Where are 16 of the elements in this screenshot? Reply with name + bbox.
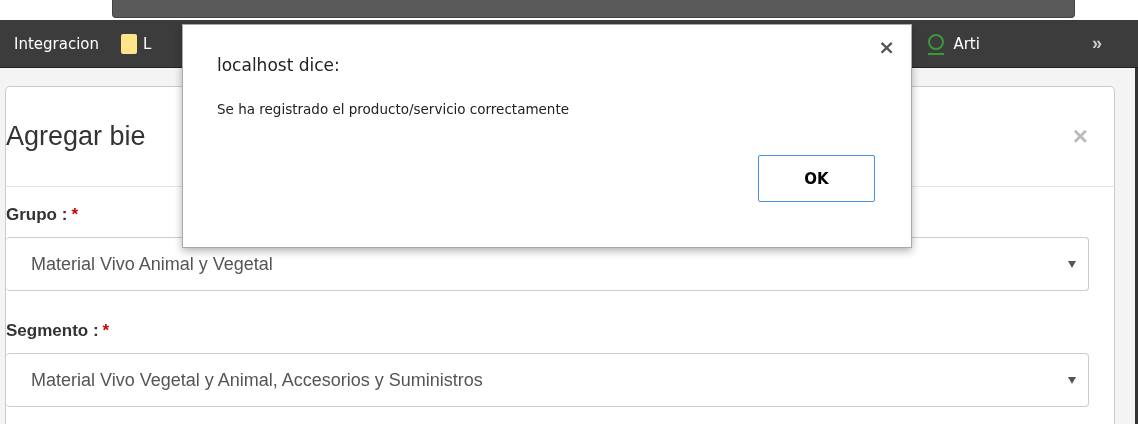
folder-icon	[121, 33, 138, 54]
bookmark-link[interactable]: Arti	[953, 34, 980, 53]
ok-button[interactable]: OK	[758, 155, 875, 202]
field-label: Segmento :	[6, 321, 99, 341]
required-mark: *	[71, 205, 78, 225]
close-button[interactable]: ×	[878, 35, 895, 59]
bookmark-link[interactable]: Integracion	[14, 34, 100, 53]
dialog-message: Se ha registrado el producto/servicio correctamente	[217, 101, 571, 117]
modal-title: Agregar bie	[6, 121, 146, 152]
caret-icon	[1068, 260, 1076, 268]
required-mark: *	[102, 321, 110, 341]
caret-icon	[1068, 376, 1076, 384]
field-label: Grupo :	[6, 205, 68, 225]
more-bookmarks-button[interactable]: »	[1092, 33, 1102, 54]
dialog-title: localhost dice:	[217, 55, 341, 75]
bookmark-link[interactable]: L	[143, 34, 152, 53]
